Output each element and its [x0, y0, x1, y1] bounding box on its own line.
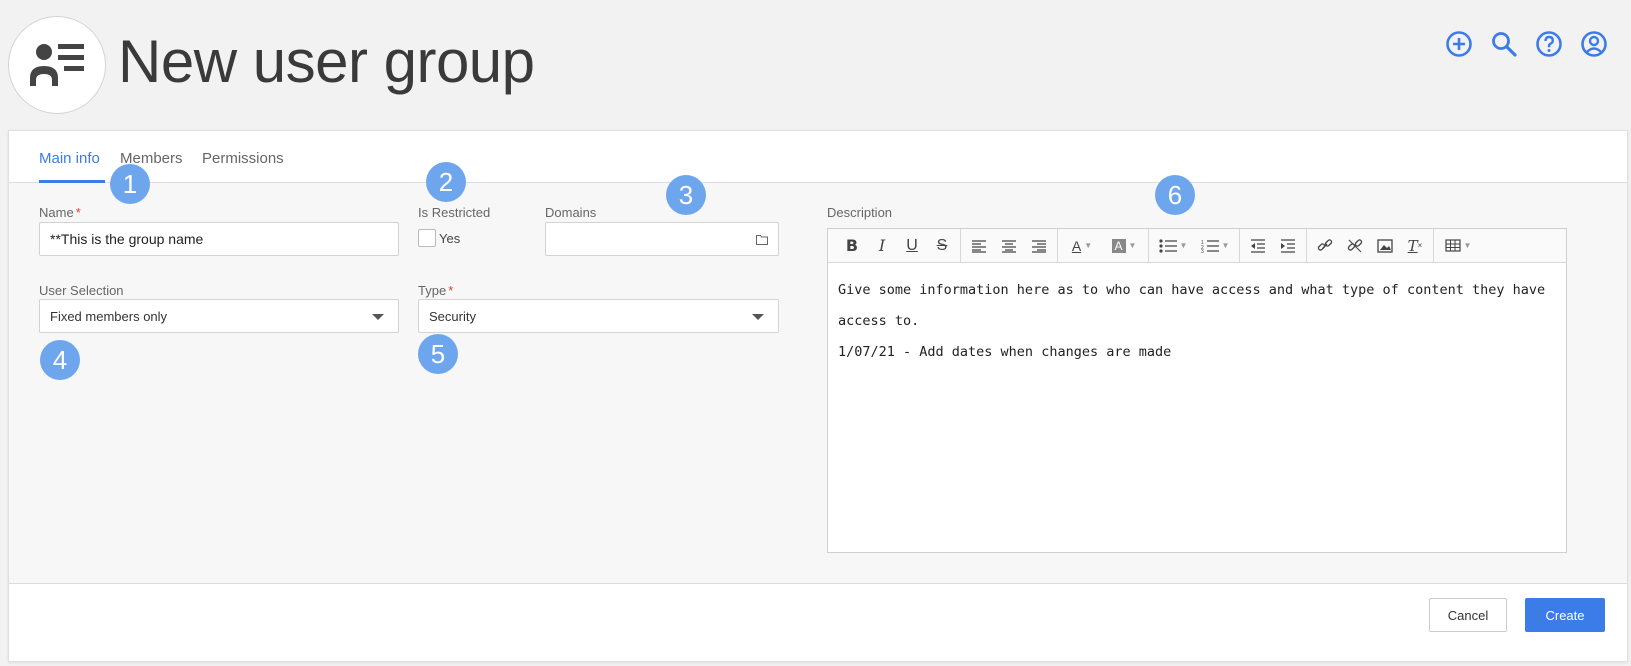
- type-label: Type *: [418, 283, 454, 298]
- svg-text:3: 3: [1201, 249, 1204, 253]
- numbered-list-icon[interactable]: 1 2 3 ▼: [1194, 231, 1236, 261]
- domains-field[interactable]: [545, 222, 779, 256]
- unlink-icon[interactable]: [1340, 231, 1370, 261]
- align-center-icon[interactable]: [994, 231, 1024, 261]
- bold-icon[interactable]: B: [837, 231, 867, 261]
- strikethrough-icon[interactable]: S: [927, 231, 957, 261]
- tab-bar: Main info Members Permissions: [9, 131, 1627, 183]
- chevron-down-icon: [372, 314, 384, 320]
- create-button[interactable]: Create: [1525, 598, 1605, 632]
- annotation-badge-1: 1: [110, 164, 150, 204]
- annotation-badge-5: 5: [418, 334, 458, 374]
- add-icon[interactable]: [1443, 28, 1474, 59]
- clear-format-icon[interactable]: T ×: [1400, 231, 1430, 261]
- user-selection-label: User Selection: [39, 283, 124, 298]
- folder-icon[interactable]: [756, 234, 768, 245]
- tab-main-info[interactable]: Main info: [39, 150, 100, 167]
- italic-icon[interactable]: I: [867, 231, 897, 261]
- user-selection-value: Fixed members only: [50, 308, 168, 324]
- cancel-button[interactable]: Cancel: [1429, 598, 1507, 632]
- bullet-list-icon[interactable]: ▼: [1152, 231, 1194, 261]
- description-content[interactable]: Give some information here as to who can…: [828, 263, 1566, 380]
- annotation-badge-4: 4: [40, 340, 80, 380]
- type-value: Security: [429, 308, 476, 324]
- image-icon[interactable]: [1370, 231, 1400, 261]
- annotation-badge-3: 3: [666, 175, 706, 215]
- restricted-label: Is Restricted: [418, 205, 491, 220]
- page-title: New user group: [118, 28, 535, 95]
- annotation-badge-6: 6: [1155, 175, 1195, 215]
- description-label: Description: [827, 205, 893, 220]
- annotation-badge-2: 2: [426, 162, 466, 202]
- description-editor[interactable]: B I U S A ▼ A ▼ ▼ 1 2 3 ▼ T × ▼ Give som…: [827, 228, 1567, 553]
- help-icon[interactable]: [1533, 28, 1564, 59]
- description-line: 1/07/21 - Add dates when changes are mad…: [838, 344, 1172, 360]
- editor-toolbar: B I U S A ▼ A ▼ ▼ 1 2 3 ▼ T × ▼: [828, 228, 1566, 263]
- background-color-icon[interactable]: A ▼: [1103, 231, 1145, 261]
- indent-icon[interactable]: [1273, 231, 1303, 261]
- table-icon[interactable]: ▼: [1437, 231, 1479, 261]
- restricted-option-label: Yes: [439, 231, 461, 246]
- chevron-down-icon: [752, 314, 764, 320]
- user-selection-dropdown[interactable]: Fixed members only: [39, 299, 399, 333]
- search-icon[interactable]: [1488, 28, 1519, 59]
- align-left-icon[interactable]: [964, 231, 994, 261]
- header-actions: [1443, 28, 1609, 59]
- user-list-icon: [30, 44, 84, 86]
- restricted-checkbox[interactable]: [418, 229, 436, 247]
- font-color-icon[interactable]: A ▼: [1061, 231, 1103, 261]
- type-dropdown[interactable]: Security: [418, 299, 779, 333]
- align-right-icon[interactable]: [1024, 231, 1054, 261]
- description-line: Give some information here as to who can…: [838, 282, 1546, 329]
- name-field[interactable]: **This is the group name: [39, 222, 399, 256]
- page-icon: [8, 16, 106, 114]
- outdent-icon[interactable]: [1243, 231, 1273, 261]
- underline-icon[interactable]: U: [897, 231, 927, 261]
- tab-permissions[interactable]: Permissions: [202, 150, 284, 167]
- account-icon[interactable]: [1578, 28, 1609, 59]
- link-icon[interactable]: [1310, 231, 1340, 261]
- form-card: Main info Members Permissions Name * **Th…: [8, 130, 1628, 662]
- name-label: Name *: [39, 205, 81, 220]
- form-footer: Cancel Create: [9, 583, 1627, 661]
- active-tab-indicator: [39, 180, 105, 183]
- domains-label: Domains: [545, 205, 597, 220]
